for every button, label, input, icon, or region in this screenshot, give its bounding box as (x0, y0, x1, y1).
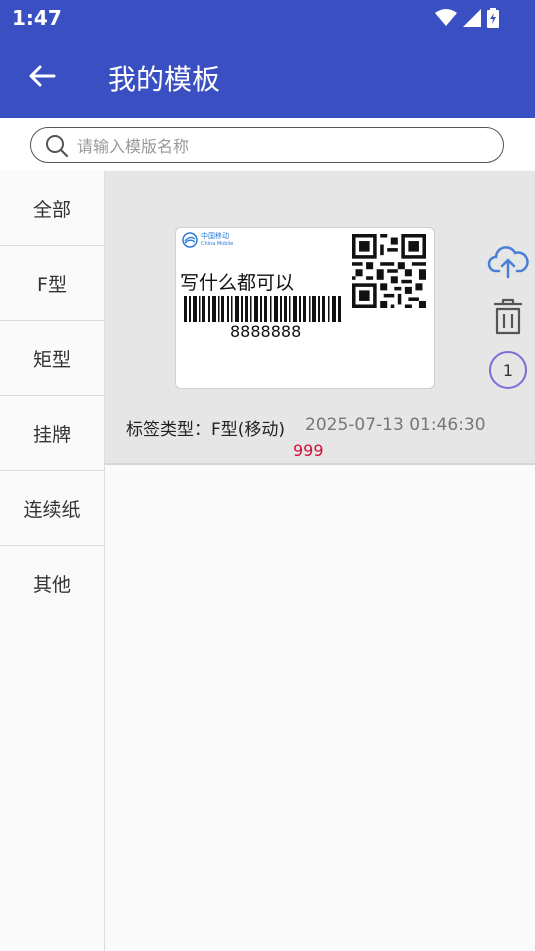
barcode (184, 296, 341, 322)
status-icons (435, 8, 499, 28)
signal-icon (463, 9, 481, 27)
barcode-value: 8888888 (230, 322, 302, 341)
template-actions: 1 (487, 243, 529, 389)
template-type: 标签类型：F型(移动) (126, 420, 286, 440)
sidebar-item-hang-tag[interactable]: 挂牌 (0, 396, 104, 471)
app-bar: 1:47 我的模板 (0, 0, 535, 118)
sidebar-item-f-type[interactable]: F型 (0, 246, 104, 321)
page-title: 我的模板 (108, 63, 221, 96)
template-list: 中国移动 China Mobile 写什么都可以 8888888 1 标签类型：… (105, 171, 535, 951)
battery-icon (487, 8, 499, 28)
status-time: 1:47 (12, 6, 62, 30)
logo-en-text: China Mobile (201, 241, 234, 247)
qr-code (352, 234, 426, 308)
cloud-upload-icon[interactable] (487, 243, 529, 279)
trash-icon[interactable] (487, 297, 529, 337)
search-box[interactable] (30, 127, 504, 164)
preview-text: 写什么都可以 (180, 272, 295, 294)
sidebar-item-rect-type[interactable]: 矩型 (0, 321, 104, 396)
template-card[interactable]: 中国移动 China Mobile 写什么都可以 8888888 1 标签类型：… (105, 171, 535, 465)
search-icon (46, 135, 69, 158)
count-badge: 1 (489, 351, 527, 389)
template-count: 999 (293, 441, 324, 460)
template-timestamp: 2025-07-13 01:46:30 (305, 415, 486, 435)
search-bar (0, 118, 535, 170)
wifi-icon (435, 9, 457, 26)
china-mobile-logo: 中国移动 China Mobile (182, 232, 233, 248)
search-input[interactable] (75, 128, 489, 164)
sidebar-item-all[interactable]: 全部 (0, 171, 104, 246)
china-mobile-logo-icon (182, 232, 198, 248)
arrow-left-icon[interactable] (26, 60, 58, 92)
template-preview[interactable]: 中国移动 China Mobile 写什么都可以 8888888 (175, 227, 435, 389)
category-sidebar: 全部 F型 矩型 挂牌 连续纸 其他 (0, 171, 105, 951)
logo-cn-text: 中国移动 (201, 232, 229, 240)
sidebar-item-other[interactable]: 其他 (0, 546, 104, 620)
sidebar-item-continuous-paper[interactable]: 连续纸 (0, 471, 104, 546)
